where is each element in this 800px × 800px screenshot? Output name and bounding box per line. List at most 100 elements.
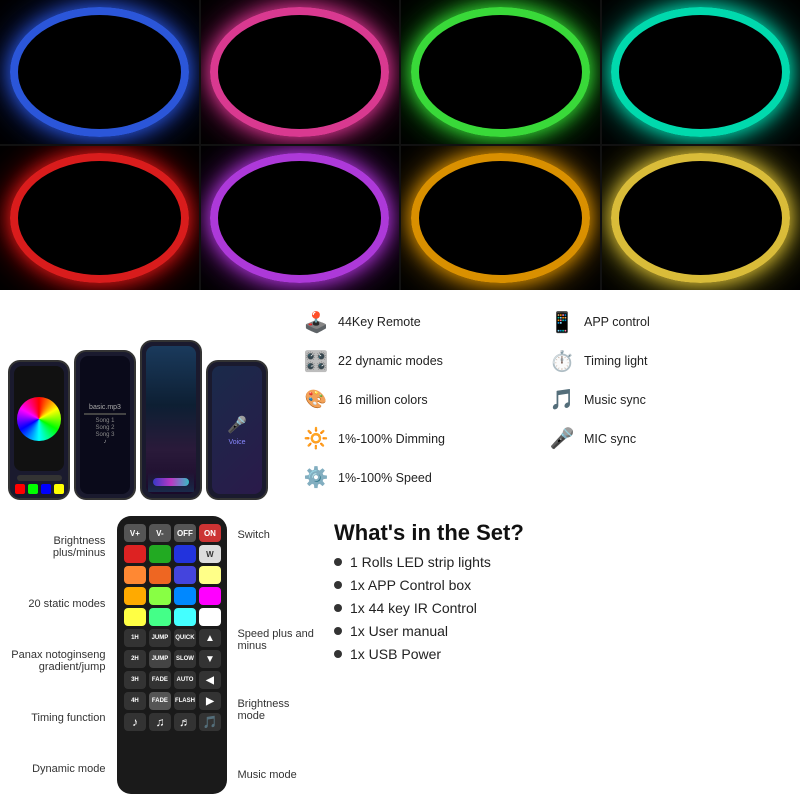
feature-colors-label: 16 million colors	[338, 393, 428, 407]
btn-music2[interactable]: ♫	[149, 713, 171, 731]
btn-c8[interactable]	[124, 587, 146, 605]
list-item-1: 1 Rolls LED strip lights	[334, 554, 782, 570]
btn-up[interactable]: ▲	[199, 629, 221, 647]
btn-c11[interactable]	[199, 587, 221, 605]
btn-music3[interactable]: ♬	[174, 713, 196, 731]
feature-timing-label: Timing light	[584, 354, 647, 368]
btn-down[interactable]: ▼	[199, 650, 221, 668]
btn-auto[interactable]: AUTO	[174, 671, 196, 689]
feature-speed: ⚙️ 1%-100% Speed	[302, 465, 784, 490]
feature-dimming-label: 1%-100% Dimming	[338, 432, 445, 446]
btn-c6[interactable]	[174, 566, 196, 584]
btn-flash[interactable]: FLASH	[174, 692, 196, 710]
feature-mic-label: MIC sync	[584, 432, 636, 446]
btn-right[interactable]: ▶	[199, 692, 221, 710]
mic-icon: 🎤	[548, 426, 576, 451]
remote-labels-left: Brightness plus/minus 20 static modes Pa…	[8, 516, 111, 794]
feature-speed-label: 1%-100% Speed	[338, 471, 432, 485]
app-icon: 📱	[548, 310, 576, 335]
btn-1h[interactable]: 1H	[124, 629, 146, 647]
phone-2: basic.mp3 Song 1 Song 2 Song 3 ♪	[74, 350, 136, 500]
features-grid: 🕹️ 44Key Remote 📱 APP control 🎛️ 22 dyna…	[294, 300, 792, 500]
feature-timing: ⏱️ Timing light	[548, 349, 784, 374]
btn-off[interactable]: OFF	[174, 524, 196, 542]
btn-quick[interactable]: QUICK	[174, 629, 196, 647]
photo-cell-blue	[0, 0, 199, 144]
phone-4: 🎤 Voice	[206, 360, 268, 500]
whats-in-set-section: What's in the Set? 1 Rolls LED strip lig…	[324, 516, 792, 794]
btn-c10[interactable]	[174, 587, 196, 605]
btn-music4[interactable]: 🎵	[199, 713, 221, 731]
timing-icon: ⏱️	[548, 349, 576, 374]
photo-cell-green	[401, 0, 600, 144]
remote-row-3	[123, 566, 221, 584]
btn-music1[interactable]: ♪	[124, 713, 146, 731]
btn-jump1[interactable]: JUMP	[149, 629, 171, 647]
label-timing: Timing function	[8, 712, 105, 724]
remote-row-6: 1H JUMP QUICK ▲	[123, 629, 221, 647]
label-static: 20 static modes	[8, 598, 105, 610]
btn-vplus[interactable]: V+	[124, 524, 146, 542]
feature-44key-label: 44Key Remote	[338, 315, 421, 329]
phone-1	[8, 360, 70, 500]
btn-fade1[interactable]: FADE	[149, 671, 171, 689]
bullet-5	[334, 650, 342, 658]
photo-grid	[0, 0, 800, 290]
btn-vminus[interactable]: V-	[149, 524, 171, 542]
btn-c2[interactable]	[149, 545, 171, 563]
remote-row-7: 2H JUMP SLOW ▼	[123, 650, 221, 668]
photo-cell-purple	[201, 146, 400, 290]
list-item-3: 1x 44 key IR Control	[334, 600, 782, 616]
btn-c1[interactable]	[124, 545, 146, 563]
btn-c3[interactable]	[174, 545, 196, 563]
feature-colors: 🎨 16 million colors	[302, 389, 538, 410]
label-dynamic: Dynamic mode	[8, 763, 105, 775]
photo-cell-red	[0, 146, 199, 290]
btn-c7[interactable]	[199, 566, 221, 584]
feature-dimming: 🔆 1%-100% Dimming	[302, 426, 538, 451]
btn-c9[interactable]	[149, 587, 171, 605]
btn-fade2[interactable]: FADE	[149, 692, 171, 710]
dimming-icon: 🔆	[302, 426, 330, 451]
speed-icon: ⚙️	[302, 465, 330, 490]
btn-jump2[interactable]: JUMP	[149, 650, 171, 668]
remote-row-9: 4H FADE FLASH ▶	[123, 692, 221, 710]
btn-slow[interactable]: SLOW	[174, 650, 196, 668]
middle-section: basic.mp3 Song 1 Song 2 Song 3 ♪ 🎤 Voice	[0, 290, 800, 510]
bullet-2	[334, 581, 342, 589]
remote-row-4	[123, 587, 221, 605]
remote-area: Brightness plus/minus 20 static modes Pa…	[8, 516, 318, 794]
label-gradient: Panax notoginseng gradient/jump	[8, 649, 105, 673]
btn-c14[interactable]	[174, 608, 196, 626]
btn-c5[interactable]	[149, 566, 171, 584]
btn-c12[interactable]	[124, 608, 146, 626]
whats-in-set-list: 1 Rolls LED strip lights 1x APP Control …	[334, 554, 782, 662]
btn-c13[interactable]	[149, 608, 171, 626]
btn-2h[interactable]: 2H	[124, 650, 146, 668]
remote-row-8: 3H FADE AUTO ◀	[123, 671, 221, 689]
remote-row-10: ♪ ♫ ♬ 🎵	[123, 713, 221, 731]
remote-row-1: V+ V- OFF ON	[123, 524, 221, 542]
colors-icon: 🎨	[302, 389, 330, 410]
whats-in-set-title: What's in the Set?	[334, 520, 782, 546]
phone-3	[140, 340, 202, 500]
btn-white[interactable]: W	[199, 545, 221, 563]
photo-cell-pink	[201, 0, 400, 144]
feature-music: 🎵 Music sync	[548, 387, 784, 412]
btn-c15[interactable]	[199, 608, 221, 626]
music-icon: 🎵	[548, 387, 576, 412]
btn-left[interactable]: ◀	[199, 671, 221, 689]
remote-icon: 🕹️	[302, 310, 330, 335]
btn-c4[interactable]	[124, 566, 146, 584]
photo-cell-warm	[602, 146, 800, 290]
btn-on[interactable]: ON	[199, 524, 221, 542]
btn-3h[interactable]: 3H	[124, 671, 146, 689]
bullet-4	[334, 627, 342, 635]
list-item-2: 1x APP Control box	[334, 577, 782, 593]
list-item-5: 1x USB Power	[334, 646, 782, 662]
feature-modes-label: 22 dynamic modes	[338, 354, 443, 368]
btn-4h[interactable]: 4H	[124, 692, 146, 710]
feature-app: 📱 APP control	[548, 310, 784, 335]
bottom-section: Brightness plus/minus 20 static modes Pa…	[0, 510, 800, 800]
feature-app-label: APP control	[584, 315, 650, 329]
